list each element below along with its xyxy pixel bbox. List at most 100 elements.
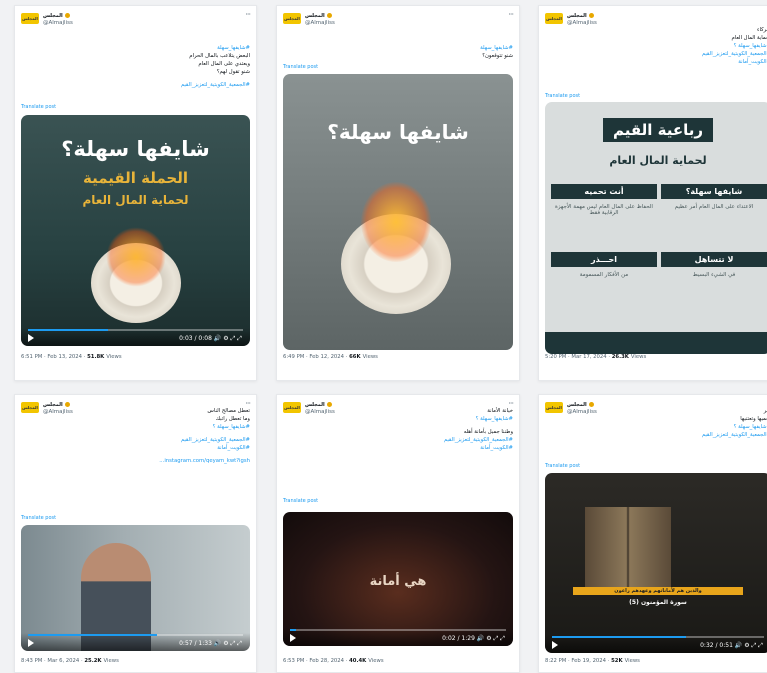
post-date[interactable]: 8:43 PM · Mar 6, 2024 · <box>21 658 84 664</box>
hashtag-link[interactable]: #الجمعية_الكويتية_لتعزيز_القيم <box>181 81 250 89</box>
post-meta[interactable]: 6:49 PM · Feb 12, 2024 · 66K Views <box>283 354 378 360</box>
tweet-card[interactable]: المجلسالمجلس@Almajliss···غيرتحميها وتعتن… <box>538 394 767 673</box>
post-date[interactable]: 5:20 PM · Mar 17, 2024 · <box>545 354 612 360</box>
account-name[interactable]: المجلس <box>43 13 70 19</box>
translate-post-link[interactable]: Translate post <box>21 104 56 110</box>
player-icons[interactable]: 🔊 ⚙ ⤢ ⤢ <box>733 642 763 649</box>
account-handle[interactable]: @Almajliss <box>43 20 73 26</box>
account-name[interactable]: المجلس <box>305 13 332 19</box>
video-time: 0:57 / 1:33 🔊 ⚙ ⤢ ⤢ <box>179 640 242 648</box>
avatar[interactable]: المجلس <box>283 13 301 24</box>
verified-badge-icon <box>326 402 332 407</box>
views-label: Views <box>624 658 640 664</box>
account-name-text[interactable]: المجلس <box>43 13 63 19</box>
avatar[interactable]: المجلس <box>21 402 39 413</box>
post-media[interactable]: رباعية القيم لحماية المال العام أنت تحميه ا… <box>545 102 767 354</box>
avatar[interactable]: المجلس <box>21 13 39 24</box>
play-button[interactable] <box>290 634 296 642</box>
account-name[interactable]: المجلس <box>305 402 332 408</box>
play-button[interactable] <box>28 334 34 342</box>
infographic-box-title: أنت تحميه <box>551 184 657 199</box>
progress-bar[interactable] <box>290 629 506 631</box>
account-handle[interactable]: @Almajliss <box>567 20 597 26</box>
post-media[interactable]: شايفها سهلة؟ <box>283 74 513 350</box>
post-meta[interactable]: 6:53 PM · Feb 28, 2024 · 40.4K Views <box>283 658 384 664</box>
post-date[interactable]: 6:51 PM · Feb 13, 2024 · <box>21 354 87 360</box>
more-options-icon[interactable]: ··· <box>508 10 514 19</box>
play-button[interactable] <box>28 639 34 647</box>
account-name-text[interactable]: المجلس <box>305 402 325 408</box>
view-count: 51.8K <box>87 354 105 360</box>
tweet-line[interactable]: #الكويت_أمانة <box>159 444 250 452</box>
avatar[interactable]: المجلس <box>283 402 301 413</box>
translate-post-link[interactable]: Translate post <box>21 515 56 521</box>
post-date[interactable]: 8:22 PM · Feb 19, 2024 · <box>545 658 611 664</box>
media-subtitle: الحملة القيمية <box>82 169 189 187</box>
more-options-icon[interactable]: ··· <box>245 10 251 19</box>
tweet-line[interactable]: #شايفها_سهلة ؟ <box>702 42 767 50</box>
infographic-box-title: لا تتساهل <box>661 252 767 267</box>
view-count: 52K <box>611 658 623 664</box>
progress-bar[interactable] <box>552 636 764 638</box>
player-icons[interactable]: 🔊 ⚙ ⤢ ⤢ <box>212 335 242 342</box>
tweet-line[interactable]: #الجمعية_الكويتية_لتعزيز_القيم <box>702 431 767 439</box>
tweet-line[interactable]: #شايفها_سهلة ؟ <box>159 423 250 431</box>
verified-badge-icon <box>588 402 594 407</box>
tweet-line[interactable]: #الكويت_أمانة <box>444 444 513 452</box>
player-icons[interactable]: 🔊 ⚙ ⤢ ⤢ <box>212 640 242 647</box>
post-meta[interactable]: 5:20 PM · Mar 17, 2024 · 26.3K Views <box>545 354 646 360</box>
account-name[interactable]: المجلس <box>567 13 594 19</box>
account-name-text[interactable]: المجلس <box>305 13 325 19</box>
account-handle[interactable]: @Almajliss <box>305 20 335 26</box>
post-date[interactable]: 6:49 PM · Feb 12, 2024 · <box>283 354 349 360</box>
account-name-text[interactable]: المجلس <box>567 13 587 19</box>
account-handle[interactable]: @Almajliss <box>305 409 335 415</box>
view-count: 25.2K <box>84 658 102 664</box>
tweet-line[interactable]: #الجمعية_الكويتية_لتعزيز_القيم <box>702 50 767 58</box>
progress-bar[interactable] <box>28 329 243 331</box>
views-label: Views <box>368 658 384 664</box>
tweet-card[interactable]: المجلس المجلس @Almajliss ··· خيانة الأمانة #ش… <box>276 394 520 673</box>
tweet-card[interactable]: المجلس المجلس @Almajliss ··· #شايفها_سهلة الب… <box>14 5 257 381</box>
post-meta[interactable]: 6:51 PM · Feb 13, 2024 · 51.8K Views <box>21 354 122 360</box>
tweet-card[interactable]: المجلس المجلس @Almajliss ··· #شايفها_سهلة شنو… <box>276 5 520 381</box>
post-media[interactable]: هي أمانة 0:02 / 1:29 🔊 ⚙ ⤢ ⤢ <box>283 512 513 646</box>
play-button[interactable] <box>552 641 558 649</box>
time-readout: 0:03 / 0:08 <box>179 335 212 342</box>
post-media[interactable]: 0:57 / 1:33 🔊 ⚙ ⤢ ⤢ <box>21 525 250 651</box>
tweet-line: شنو تقول لهم؟ <box>216 69 250 75</box>
avatar[interactable]: المجلس <box>545 13 563 24</box>
tweet-card[interactable]: المجلس المجلس @Almajliss ··· تعطل مصالح النا… <box>14 394 257 673</box>
view-count: 40.4K <box>349 658 367 664</box>
tweet-line[interactable]: #الكويت_أمانة <box>702 58 767 66</box>
infographic-box-title: شايفها سهلة؟ <box>661 184 767 199</box>
post-meta[interactable]: 8:43 PM · Mar 6, 2024 · 25.2K Views <box>21 658 119 664</box>
avatar[interactable]: المجلس <box>545 402 563 413</box>
tweet-line[interactable]: #شايفها_سهلة ؟ <box>444 415 513 423</box>
account-handle[interactable]: @Almajliss <box>43 409 73 415</box>
tweet-line[interactable]: instagram.com/qeyam_kwt?igsh... <box>159 457 250 465</box>
player-icons[interactable]: 🔊 ⚙ ⤢ ⤢ <box>475 635 505 642</box>
tweet-line[interactable]: #شايفها_سهلة <box>181 44 250 52</box>
media-caption: سورة المؤمنون (5) <box>629 599 687 606</box>
tweet-line[interactable]: #شايفها_سهلة ؟ <box>702 423 767 431</box>
book-illustration <box>585 507 671 589</box>
account-name[interactable]: المجلس <box>567 402 594 408</box>
post-media[interactable]: شايفها سهلة؟ الحملة القيمية لحماية المال ا… <box>21 115 250 346</box>
tweet-line[interactable]: #شايفها_سهلة <box>480 44 513 52</box>
tweet-line[interactable]: #الجمعية_الكويتية_لتعزيز_القيم <box>159 436 250 444</box>
post-meta[interactable]: 8:22 PM · Feb 19, 2024 · 52K Views <box>545 658 640 664</box>
account-name[interactable]: المجلس <box>43 402 70 408</box>
post-date[interactable]: 6:53 PM · Feb 28, 2024 · <box>283 658 349 664</box>
progress-bar[interactable] <box>28 634 243 636</box>
post-media[interactable]: والذين هم لأماناتهم وعهدهم راعون سورة الم… <box>545 473 767 653</box>
translate-post-link[interactable]: Translate post <box>545 463 580 469</box>
translate-post-link[interactable]: Translate post <box>283 64 318 70</box>
account-handle[interactable]: @Almajliss <box>567 409 597 415</box>
tweet-line[interactable]: #الجمعية_الكويتية_لتعزيز_القيم <box>444 436 513 444</box>
account-name-text[interactable]: المجلس <box>43 402 63 408</box>
tweet-card[interactable]: المجلسالمجلس@Almajliss···شركاءلحماية الم… <box>538 5 767 381</box>
account-name-text[interactable]: المجلس <box>567 402 587 408</box>
translate-post-link[interactable]: Translate post <box>283 498 318 504</box>
translate-post-link[interactable]: Translate post <box>545 93 580 99</box>
